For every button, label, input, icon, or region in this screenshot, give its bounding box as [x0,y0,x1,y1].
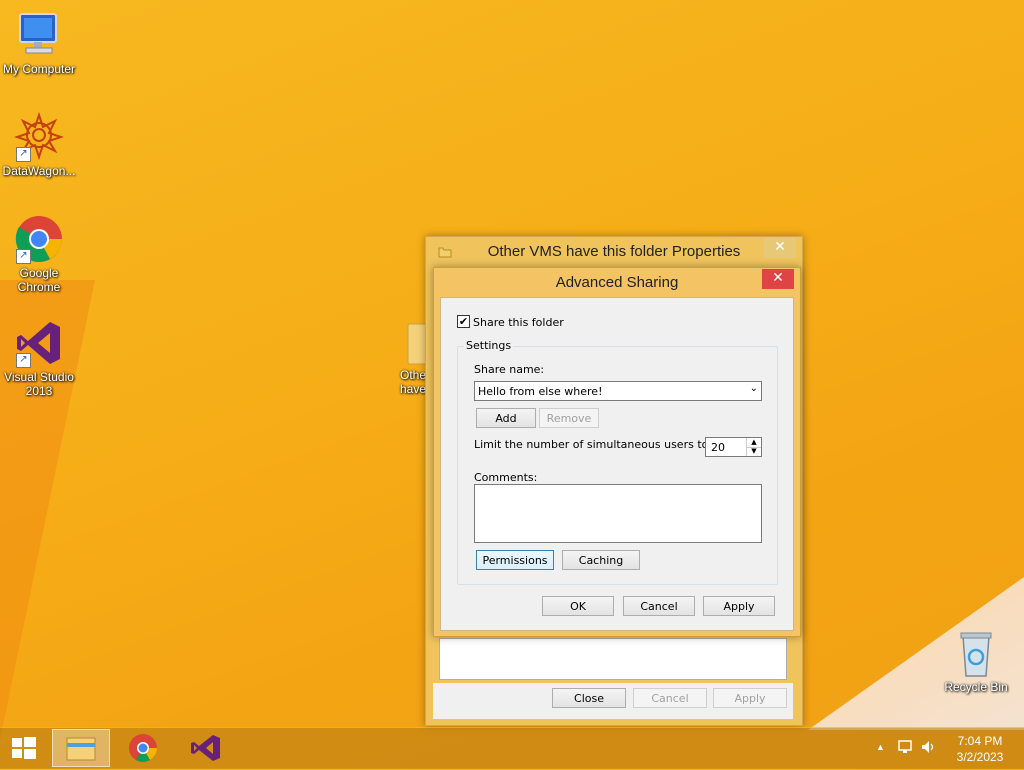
volume-icon[interactable] [920,738,938,759]
taskbar-visual-studio[interactable] [176,729,234,767]
caching-button[interactable]: Caching [562,550,640,570]
shortcut-arrow-icon: ↗ [16,249,31,264]
desktop-icon-label: My Computer [2,62,76,76]
shortcut-arrow-icon: ↗ [16,353,31,368]
taskbar-chrome[interactable] [114,729,172,767]
file-explorer-icon [66,737,96,761]
comments-label: Comments: [474,471,538,484]
datawagon-logo-icon: ↗ [13,111,65,162]
permissions-button[interactable]: Permissions [476,550,554,570]
clock-date[interactable]: 3/2/2023 [952,750,1008,764]
folder-icon [438,245,452,262]
shortcut-arrow-icon: ↗ [16,147,31,162]
visual-studio-icon [191,735,220,761]
chrome-icon [129,734,157,762]
share-name-label: Share name: [474,363,545,376]
taskbar: ▲ 7:04 PM 3/2/2023 [0,727,1024,769]
desktop-icon-visual-studio[interactable]: ↗ Visual Studio 2013 [0,318,78,398]
share-folder-checkbox[interactable]: ✔ [457,315,470,328]
desktop-icon-label: Recycle Bin [944,680,1008,694]
chevron-down-icon: ⌄ [749,383,758,394]
advanced-sharing-dialog: Advanced Sharing ✕ ✔ Share this folder S… [433,267,801,637]
dialog-body: ✔ Share this folder Settings Share name:… [440,297,794,631]
close-button[interactable]: Close [552,688,626,708]
windows-logo-icon [12,737,36,759]
add-button[interactable]: Add [476,408,536,428]
limit-users-stepper[interactable]: 20 ▲ ▼ [705,437,762,457]
taskbar-file-explorer[interactable] [52,729,110,767]
network-icon[interactable] [897,738,915,759]
desktop-icon-my-computer[interactable]: My Computer [0,10,78,76]
properties-content-area [439,638,787,680]
desktop-icon-datawagon[interactable]: ↗ DataWagon... [0,111,78,178]
share-name-value: Hello from else where! [478,385,603,398]
recycle-bin-icon [951,630,1001,678]
chrome-icon: ↗ [14,214,64,264]
computer-icon [14,10,64,60]
desktop-icon-label: Google Chrome [17,266,61,294]
desktop-icon-recycle-bin[interactable]: Recycle Bin [937,630,1015,694]
visual-studio-icon: ↗ [14,318,64,368]
cancel-button[interactable]: Cancel [623,596,695,616]
settings-legend: Settings [464,339,514,352]
dialog-title: Advanced Sharing [555,274,679,291]
limit-users-value: 20 [711,441,725,454]
comments-textarea[interactable] [474,484,762,543]
share-folder-label: Share this folder [473,316,564,329]
limit-users-label: Limit the number of simultaneous users t… [474,438,713,451]
close-icon[interactable]: ✕ [762,269,794,289]
desktop-icon-google-chrome[interactable]: ↗ Google Chrome [0,214,78,294]
ok-button[interactable]: OK [542,596,614,616]
apply-button[interactable]: Apply [703,596,775,616]
desktop-icon-label: DataWagon... [2,164,76,178]
window-title: Other VMS have this folder Properties [487,243,741,260]
close-icon[interactable]: ✕ [764,238,796,258]
start-button[interactable] [0,729,48,767]
cancel-button[interactable]: Cancel [633,688,707,708]
spin-down-icon[interactable]: ▼ [746,447,761,456]
settings-groupbox: Settings Share name: Hello from else whe… [457,339,778,585]
apply-button[interactable]: Apply [713,688,787,708]
clock-time[interactable]: 7:04 PM [952,734,1008,748]
share-name-dropdown[interactable]: Hello from else where! ⌄ [474,381,762,401]
show-hidden-icons-icon[interactable]: ▲ [876,742,885,752]
remove-button[interactable]: Remove [539,408,599,428]
desktop-icon-label: Visual Studio 2013 [4,370,74,398]
